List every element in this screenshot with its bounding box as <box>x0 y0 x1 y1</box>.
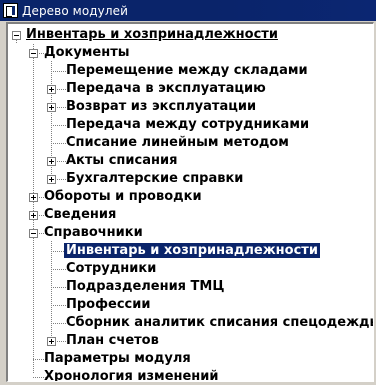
tree-node-root[interactable]: Инвентарь и хозпринадлежности <box>24 26 280 44</box>
tree-node-label: Хронология изменений <box>44 369 219 382</box>
expand-toggle-doc-accounting-notes[interactable] <box>47 175 56 184</box>
tree-node-label: Сотрудники <box>66 261 157 276</box>
tree-node-doc-transfer-employees[interactable]: Передача между сотрудниками <box>64 116 311 134</box>
tree-node-history[interactable]: Хронология изменений <box>42 368 221 382</box>
title-bar[interactable]: Дерево модулей <box>0 0 376 21</box>
tree-node-doc-return[interactable]: Возврат из эксплуатации <box>64 98 258 116</box>
tree-node-ref-workwear-analytics[interactable]: Сборник аналитик списания спецодежды <box>64 314 374 332</box>
tree-node-doc-commissioning[interactable]: Передача в эксплуатацию <box>64 80 268 98</box>
tree-node-doc-linear-writeoff[interactable]: Списание линейным методом <box>64 134 291 152</box>
module-tree-window: Дерево модулей Инвентарь и хозпринадлежн… <box>0 0 376 385</box>
tree-node-label: Параметры модуля <box>44 351 191 366</box>
tree-node-label: Инвентарь и хозпринадлежности <box>26 27 278 42</box>
tree-node-turnovers[interactable]: Обороты и проводки <box>42 188 204 206</box>
tree-node-label: Инвентарь и хозпринадлежности <box>63 242 321 259</box>
app-icon[interactable] <box>3 3 18 18</box>
tree-node-label: Обороты и проводки <box>44 189 202 204</box>
tree-node-ref-inventory[interactable]: Инвентарь и хозпринадлежности <box>63 242 321 260</box>
tree-node-label: Подразделения ТМЦ <box>66 279 225 294</box>
collapse-toggle-documents[interactable] <box>29 49 38 58</box>
tree-node-label: Сведения <box>44 207 117 222</box>
tree-node-label: Профессии <box>66 297 151 312</box>
tree-node-info[interactable]: Сведения <box>42 206 118 224</box>
expand-toggle-doc-return[interactable] <box>47 103 56 112</box>
tree-node-doc-accounting-notes[interactable]: Бухгалтерские справки <box>64 170 245 188</box>
tree-node-label: План счетов <box>66 333 159 348</box>
tree-node-documents[interactable]: Документы <box>42 44 132 62</box>
expand-toggle-info[interactable] <box>29 211 38 220</box>
tree-node-label: Акты списания <box>66 153 178 168</box>
tree-node-label: Справочники <box>44 225 143 240</box>
expand-toggle-ref-chart-of-accounts[interactable] <box>47 337 56 346</box>
tree-node-label: Передача в эксплуатацию <box>66 81 266 96</box>
tree-node-ref-employees[interactable]: Сотрудники <box>64 260 158 278</box>
tree-node-ref-chart-of-accounts[interactable]: План счетов <box>64 332 161 350</box>
tree-node-doc-writeoff-acts[interactable]: Акты списания <box>64 152 179 170</box>
tree-node-label: Возврат из эксплуатации <box>66 99 257 114</box>
tree-node-module-params[interactable]: Параметры модуля <box>42 350 193 368</box>
module-tree[interactable]: Инвентарь и хозпринадлежности Документы … <box>6 22 374 382</box>
collapse-toggle-references[interactable] <box>29 229 38 238</box>
tree-node-doc-transfer-warehouses[interactable]: Перемещение между складами <box>64 62 310 80</box>
tree-node-label: Перемещение между складами <box>66 63 308 78</box>
window-title: Дерево модулей <box>22 3 129 18</box>
tree-node-ref-professions[interactable]: Профессии <box>64 296 152 314</box>
collapse-toggle-root[interactable] <box>12 31 21 40</box>
tree-node-ref-departments[interactable]: Подразделения ТМЦ <box>64 278 226 296</box>
tree-node-label: Списание линейным методом <box>66 135 289 150</box>
tree-node-label: Бухгалтерские справки <box>66 171 244 186</box>
tree-node-references[interactable]: Справочники <box>42 224 145 242</box>
tree-node-label: Передача между сотрудниками <box>66 117 310 132</box>
expand-toggle-turnovers[interactable] <box>29 193 38 202</box>
expand-toggle-doc-writeoff-acts[interactable] <box>47 157 56 166</box>
expand-toggle-doc-commissioning[interactable] <box>47 85 56 94</box>
tree-node-label: Сборник аналитик списания спецодежды <box>66 315 374 330</box>
tree-node-label: Документы <box>44 45 130 60</box>
